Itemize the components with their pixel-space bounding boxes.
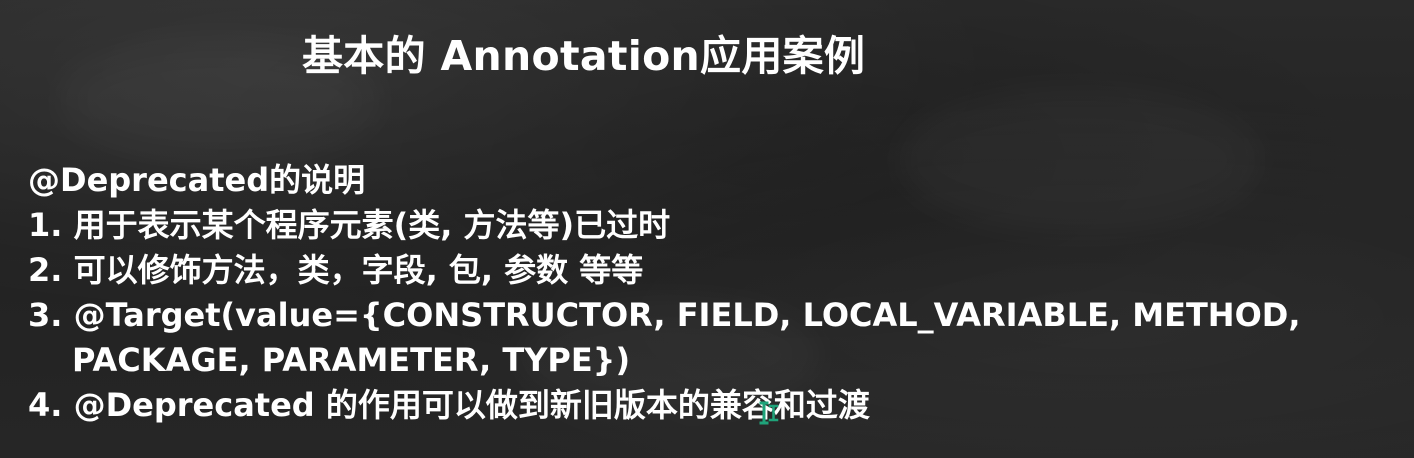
point-1: 1. 用于表示某个程序元素(类, 方法等)已过时	[28, 206, 671, 244]
slide-body: @Deprecated的说明 1. 用于表示某个程序元素(类, 方法等)已过时 …	[28, 158, 1301, 428]
point-3-continued: PACKAGE, PARAMETER, TYPE})	[72, 341, 631, 379]
point-4: 4. @Deprecated 的作用可以做到新旧版本的兼容和过渡	[28, 386, 870, 424]
slide-canvas: 基本的 Annotation应用案例 @Deprecated的说明 1. 用于表…	[0, 0, 1414, 458]
point-3: 3. @Target(value={CONSTRUCTOR, FIELD, LO…	[28, 296, 1301, 334]
point-2: 2. 可以修饰方法，类，字段, 包, 参数 等等	[28, 251, 644, 289]
text-cursor-icon	[759, 401, 779, 425]
deprecated-heading: @Deprecated的说明	[28, 161, 366, 199]
slide-title: 基本的 Annotation应用案例	[302, 32, 866, 80]
